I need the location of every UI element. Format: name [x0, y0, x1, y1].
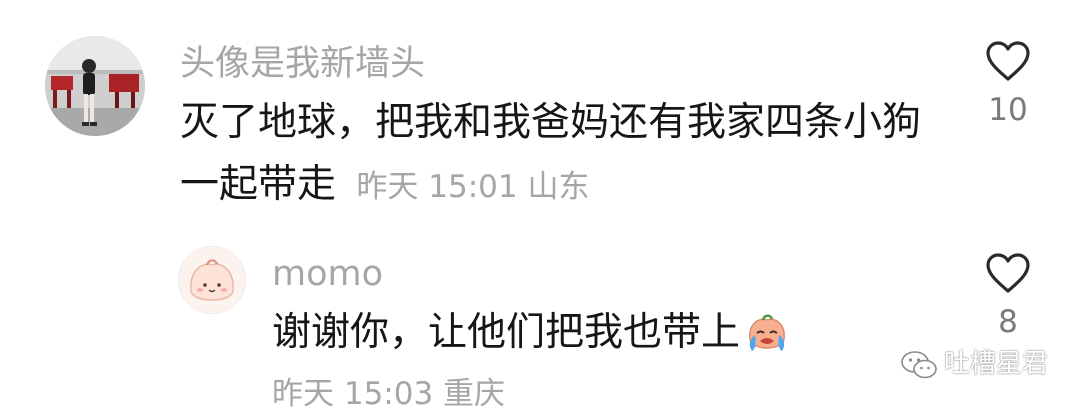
- heart-outline-icon: [986, 253, 1030, 293]
- reply-username[interactable]: momo: [272, 254, 383, 294]
- watermark-label: 吐槽星君: [943, 349, 1048, 379]
- wechat-icon: [901, 351, 937, 379]
- crying-peach-emoji-icon: [744, 311, 790, 372]
- watermark: 吐槽星君: [900, 344, 1048, 384]
- heart-outline-icon: [986, 41, 1030, 81]
- like-count: 10: [988, 92, 1028, 128]
- comment-meta: 昨天 15:01 山东: [356, 169, 590, 205]
- reply-text[interactable]: 谢谢你，让他们把我也带上: [272, 304, 790, 372]
- comment-text-line-2[interactable]: 一起带走 昨天 15:01 山东: [180, 156, 589, 216]
- comment-thread: 头像是我新墙头 灭了地球，把我和我爸妈还有我家四条小狗 一起带走 昨天 15:0…: [0, 0, 1080, 415]
- reply-text-content: 谢谢你，让他们把我也带上: [272, 310, 741, 355]
- comment-text-line-2-content: 一起带走: [180, 162, 337, 207]
- reply-like-button[interactable]: 8: [978, 252, 1038, 340]
- reply-like-count: 8: [998, 304, 1018, 340]
- user-avatar[interactable]: [45, 36, 145, 136]
- comment-text-line-1[interactable]: 灭了地球，把我和我爸妈还有我家四条小狗: [180, 94, 921, 152]
- reply-user-avatar[interactable]: [178, 246, 246, 314]
- like-button[interactable]: 10: [978, 40, 1038, 128]
- cartoon-peach-avatar-icon: [179, 247, 245, 313]
- reply-meta: 昨天 15:03 重庆: [272, 376, 506, 412]
- comment-username[interactable]: 头像是我新墙头: [180, 44, 425, 84]
- gym-photo-avatar-icon: [45, 36, 145, 136]
